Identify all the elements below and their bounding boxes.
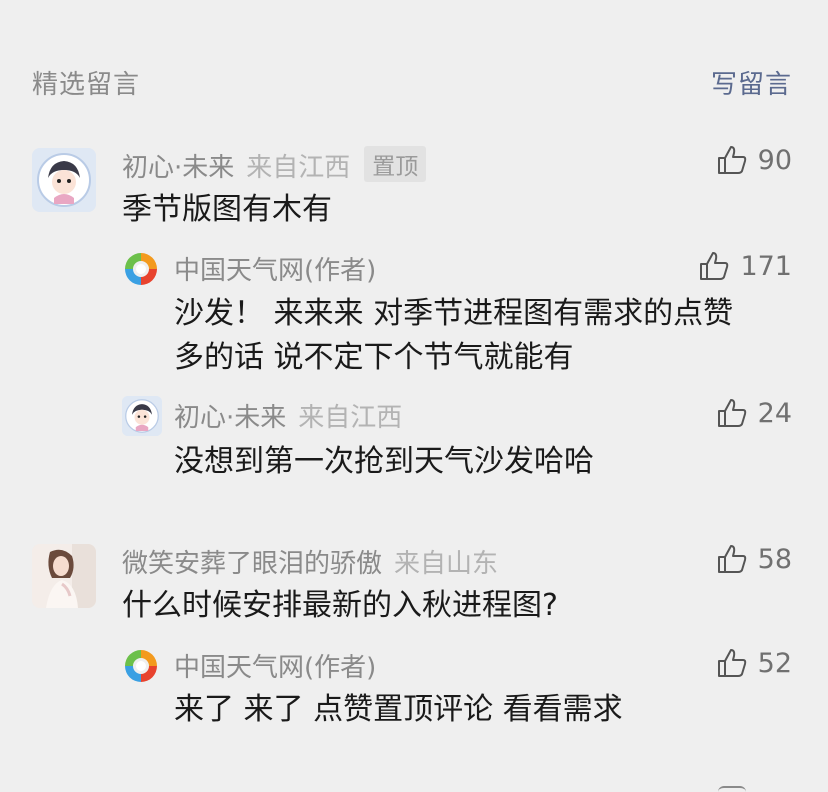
weather-logo-icon[interactable] [122, 250, 160, 288]
like-button[interactable]: 171 [698, 250, 792, 282]
like-count: 171 [740, 250, 792, 282]
thumbs-up-icon [717, 146, 746, 174]
section-title: 精选留言 [32, 70, 141, 100]
reply-author[interactable]: 中国天气网(作者) [174, 647, 376, 684]
thumbs-up-icon [700, 252, 729, 280]
like-button[interactable]: 58 [716, 543, 792, 575]
comment-author[interactable]: 初心·未来 来自江西 置顶 [122, 146, 427, 184]
thumbs-up-icon-partial [718, 786, 746, 792]
like-count: 90 [757, 144, 792, 176]
author-name[interactable]: 微笑安葬了眼泪的骄傲 [122, 549, 382, 579]
location: 来自山东 [394, 549, 499, 579]
sub-reply-author[interactable]: 初心·未来 来自江西 [174, 397, 402, 434]
pinned-badge: 置顶 [364, 146, 427, 182]
location: 来自江西 [298, 403, 403, 433]
write-comment-button[interactable]: 写留言 [711, 64, 792, 101]
reply-text-line-2: 多的话 说不定下个节气就能有 [174, 340, 574, 375]
sub-reply-text: 没想到第一次抢到天气沙发哈哈 [174, 444, 594, 479]
reply-text-line-1: 沙发！ 来来来 对季节进程图有需求的点赞 [174, 296, 734, 331]
like-count: 24 [757, 397, 792, 429]
like-count: 52 [757, 647, 792, 679]
reply-text: 来了 来了 点赞置顶评论 看看需求 [174, 692, 623, 727]
thumbs-up-icon [717, 545, 746, 573]
like-count: 58 [757, 543, 792, 575]
like-button[interactable]: 24 [716, 397, 792, 429]
comment-text: 什么时候安排最新的入秋进程图? [122, 588, 558, 623]
like-button[interactable]: 52 [716, 647, 792, 679]
comments-header: 精选留言 写留言 [0, 60, 828, 106]
avatar[interactable] [32, 544, 96, 608]
author-name[interactable]: 初心·未来 [122, 153, 234, 183]
comment-text: 季节版图有木有 [122, 192, 332, 227]
avatar[interactable] [122, 396, 162, 436]
thumbs-up-icon [717, 399, 746, 427]
location: 来自江西 [246, 153, 351, 183]
like-button[interactable]: 90 [716, 144, 792, 176]
reply-author[interactable]: 中国天气网(作者) [174, 250, 376, 287]
author-name[interactable]: 初心·未来 [174, 403, 286, 433]
comment-author[interactable]: 微笑安葬了眼泪的骄傲 来自山东 [122, 543, 498, 580]
avatar[interactable] [32, 148, 96, 212]
weather-logo-icon[interactable] [122, 647, 160, 685]
thumbs-up-icon [717, 649, 746, 677]
